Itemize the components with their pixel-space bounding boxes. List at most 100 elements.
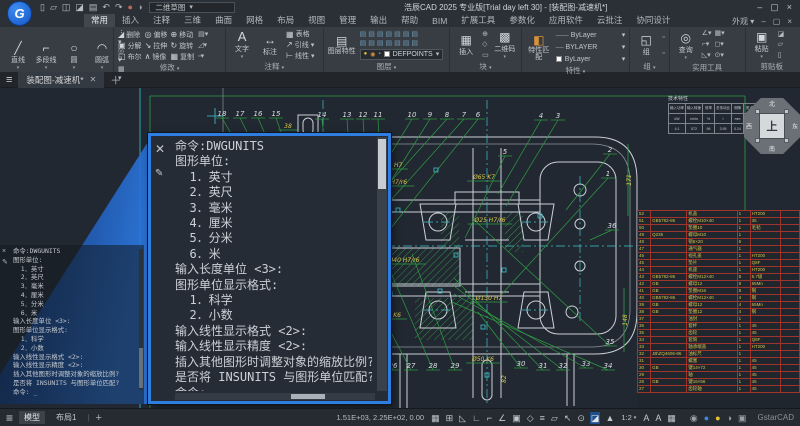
command-popup[interactable]: ✕ ✎ 命令:DWGUNITS图形单位: 1．英寸 2．英尺 3．毫米 4．厘米… <box>148 133 391 404</box>
layer-tool-icon[interactable]: ▤ <box>403 40 410 48</box>
group-button[interactable]: ◱组 <box>634 29 658 61</box>
dimension-button[interactable]: ↔标注 <box>258 29 282 61</box>
model-tab[interactable]: 模型 <box>19 411 45 424</box>
close-tab-icon[interactable]: ✕ <box>90 75 97 84</box>
bulb-icon[interactable]: ● <box>714 412 721 424</box>
command-line-text[interactable]: 命令: _ <box>13 388 140 397</box>
viewcube-top-face[interactable]: 上 <box>759 113 785 139</box>
tab-管理[interactable]: 管理 <box>332 13 363 27</box>
infer-constraints-icon[interactable]: ◺ <box>458 412 467 424</box>
workspace-select[interactable]: 二维草图 ▾ <box>149 2 235 13</box>
tab-网格[interactable]: 网格 <box>239 13 270 27</box>
layer-tool-icon[interactable]: ▤ <box>411 40 418 48</box>
measure-button[interactable]: ◎查询▾ <box>674 29 698 62</box>
doc-close-button[interactable]: × <box>787 17 792 26</box>
tab-协同设计[interactable]: 协同设计 <box>629 13 677 27</box>
tab-云批注[interactable]: 云批注 <box>590 13 630 27</box>
document-tab[interactable]: 装配图-减速机* ✕ <box>18 72 104 88</box>
redo-icon[interactable]: ↷ <box>115 2 123 12</box>
layer-tool-icon[interactable]: ▤ <box>360 31 367 39</box>
layer-dropdown[interactable]: ● ◉ ▪ DEFPOINTS ▾ <box>360 49 444 60</box>
tab-输出[interactable]: 输出 <box>363 13 394 27</box>
open-folder-icon[interactable]: ▱ <box>50 2 57 12</box>
panel-label-utils[interactable]: 实用工具 <box>670 63 745 73</box>
panel-label-group[interactable]: 组 ▾ <box>630 62 668 72</box>
add-scales-icon[interactable]: A <box>654 412 662 424</box>
layer-tool-icon[interactable]: ▤ <box>368 31 375 39</box>
tab-参数化[interactable]: 参数化 <box>502 13 542 27</box>
linetype-control[interactable]: – –BYLAYER▾ <box>556 41 625 53</box>
viewcube[interactable]: 北 南 东 西 上 <box>744 98 800 154</box>
popup-hscrollbar[interactable] <box>175 393 375 400</box>
annotation-scale-select[interactable]: 1:2▾ <box>621 413 636 422</box>
close-icon[interactable]: ✕ <box>155 142 165 156</box>
snap-tracking-icon[interactable]: ◇ <box>526 412 535 424</box>
tab-插入[interactable]: 插入 <box>115 13 146 27</box>
layer-tool-icon[interactable]: ▤ <box>386 31 393 39</box>
modify-删除-button[interactable]: ◢删除 <box>118 29 142 40</box>
layer-tool-icon[interactable]: ▤ <box>394 31 401 39</box>
cycle-select-icon[interactable]: ↖ <box>563 412 573 424</box>
layer-tool-icon[interactable]: ▤ <box>368 40 375 48</box>
doc-restore-button[interactable]: ▢ <box>773 17 781 26</box>
grid-icon[interactable]: ▦ <box>430 412 441 424</box>
layer-tool-icon[interactable]: ▤ <box>377 40 384 48</box>
layer-tool-icon[interactable]: ▤ <box>411 31 418 39</box>
doc-minimize-button[interactable]: – <box>761 17 765 26</box>
modify-分解-button[interactable]: ▣分解 <box>118 40 142 51</box>
table-button[interactable]: ▦表格 <box>286 29 314 39</box>
layer-tool-icon[interactable]: ▤ <box>360 40 367 48</box>
annotation-scale-icon[interactable]: ▲ <box>604 412 615 424</box>
clipboard-extra-tools[interactable]: ◪ ▱ ▯ <box>778 29 785 61</box>
group-extra-tools[interactable]: ▫ ▫ <box>662 29 664 61</box>
text-button[interactable]: A文字▾ <box>230 29 254 61</box>
tab-帮助[interactable]: 帮助 <box>394 13 425 27</box>
undo-icon[interactable]: ↶ <box>102 2 110 12</box>
doc-menu-icon[interactable]: ≡ <box>6 74 12 86</box>
annotation-visibility-icon[interactable]: A <box>642 412 650 424</box>
command-line-text[interactable]: 命令: _ <box>175 386 372 392</box>
panel-label-clipboard[interactable]: 剪贴板 <box>746 62 798 72</box>
viewcube-north[interactable]: 北 <box>769 99 775 108</box>
qrcode-button[interactable]: ▩二维码▾ <box>493 29 517 61</box>
new-file-icon[interactable]: ▯ <box>40 2 45 12</box>
viewcube-south[interactable]: 南 <box>769 144 775 153</box>
layer-tool-icon[interactable]: ▤ <box>377 31 384 39</box>
angle-tool-icon[interactable]: ∠▾ <box>702 29 712 40</box>
tab-应用软件[interactable]: 应用软件 <box>542 13 590 27</box>
appearance-dropdown[interactable]: 外观 ▾ <box>732 16 754 27</box>
panel-label-modify[interactable]: 修改 ▾ <box>114 63 225 73</box>
snap-icon[interactable]: ⊞ <box>445 412 455 424</box>
modify-镜像-button[interactable]: ∧镜像 <box>145 51 168 62</box>
layer-tools-row1[interactable]: ▤▤▤▤▤▤▤ <box>360 31 444 39</box>
drawing-canvas[interactable]: 1817161514131211109876543213626272829303… <box>0 88 800 408</box>
tab-布局[interactable]: 布局 <box>270 13 301 27</box>
block-extra-tools[interactable]: ⊕ ◇ ▭ <box>482 29 489 61</box>
id-tool-icon[interactable]: ◻▾ <box>715 40 725 51</box>
layout1-tab[interactable]: 布局1 <box>51 411 81 424</box>
tab-扩展工具[interactable]: 扩展工具 <box>454 13 502 27</box>
modify-拉伸-button[interactable]: ↘拉伸 <box>145 40 168 51</box>
close-icon[interactable]: × <box>2 248 8 255</box>
modify-布尔-button[interactable]: ◱布尔 <box>118 51 142 62</box>
layer-properties-button[interactable]: ▤图层特性 <box>328 29 356 61</box>
new-layout-button[interactable]: + <box>96 412 102 424</box>
layer-tools-row2[interactable]: ▤▤▤▤▤▤▤ <box>360 40 444 48</box>
dynamic-input-icon[interactable]: ∟ <box>471 412 482 424</box>
modify-旋转-button[interactable]: ↻旋转 <box>171 40 195 51</box>
minimize-button[interactable]: – <box>757 2 762 13</box>
window-icon[interactable]: ▣ <box>737 412 748 424</box>
performance-icon[interactable]: ◑ <box>726 412 733 424</box>
ortho-icon[interactable]: ⌐ <box>486 412 493 424</box>
settings-gear-icon[interactable]: ◉ <box>689 412 699 424</box>
tab-BIM[interactable]: BIM <box>425 15 454 27</box>
layer-tool-icon[interactable]: ▤ <box>403 31 410 39</box>
quick-select-icon[interactable]: ⊙▾ <box>715 51 725 62</box>
popup-vscrollbar[interactable] <box>377 137 387 391</box>
pencil-icon[interactable]: ✎ <box>155 168 165 179</box>
restore-button[interactable]: ▢ <box>770 2 779 13</box>
transparency-icon[interactable]: ▱ <box>550 412 559 424</box>
linear-dim-button[interactable]: ⊢线性 ▾ <box>286 51 314 61</box>
calc-tool-icon[interactable]: ▦▾ <box>715 29 725 40</box>
print-icon[interactable]: ▤ <box>89 2 98 12</box>
